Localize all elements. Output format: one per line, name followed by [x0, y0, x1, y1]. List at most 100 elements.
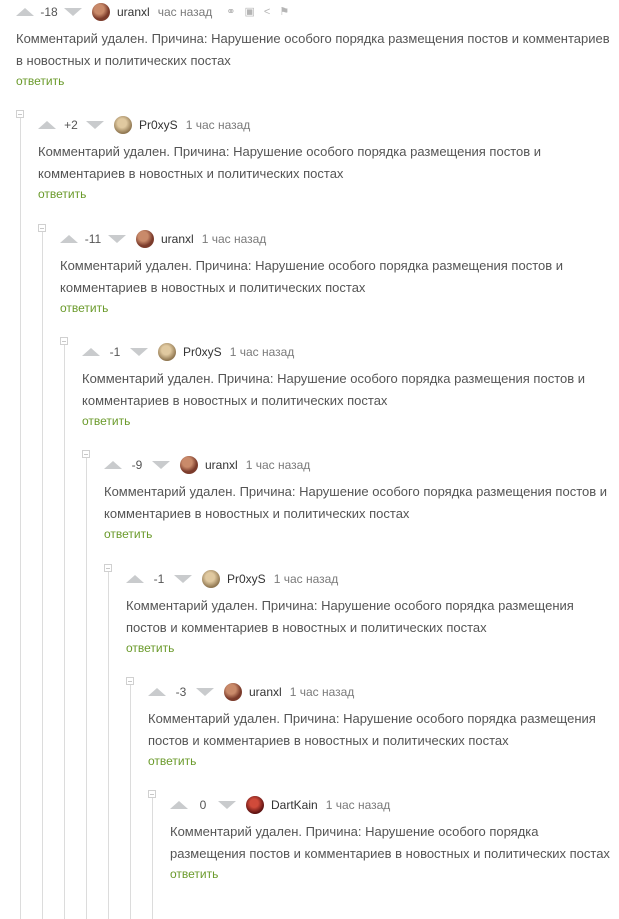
comment-rating: +2: [64, 118, 78, 132]
comment-time[interactable]: 1 час назад: [290, 685, 355, 699]
comment-rating: -11: [84, 232, 102, 246]
reply-link[interactable]: ответить: [38, 187, 86, 201]
comment-author[interactable]: uranxl: [161, 232, 194, 246]
comment: -1 Pr0xyS 1 час назад Комментарий удален…: [82, 340, 613, 430]
comment-body: Комментарий удален. Причина: Нарушение о…: [38, 144, 542, 181]
thread-line[interactable]: [64, 345, 65, 919]
reply-link[interactable]: ответить: [82, 414, 130, 428]
comment: +2 Pr0xyS 1 час назад Комментарий удален…: [38, 113, 613, 203]
comment-rating: -1: [153, 572, 165, 586]
comment: -9 uranxl 1 час назад Комментарий удален…: [104, 453, 613, 543]
avatar[interactable]: [92, 3, 110, 21]
comment-body: Комментарий удален. Причина: Нарушение о…: [148, 711, 596, 748]
downvote-icon[interactable]: [86, 121, 104, 129]
comment-header: 0 DartKain 1 час назад: [170, 793, 613, 817]
collapse-toggle-icon[interactable]: [126, 677, 134, 685]
avatar[interactable]: [180, 456, 198, 474]
share-icon[interactable]: <: [264, 6, 270, 18]
comment-header: -3 uranxl 1 час назад: [148, 680, 613, 704]
comment-time[interactable]: 1 час назад: [202, 232, 267, 246]
reply-link[interactable]: ответить: [148, 754, 196, 768]
collapse-toggle-icon[interactable]: [38, 224, 46, 232]
comment: 0 DartKain 1 час назад Комментарий удале…: [170, 793, 613, 883]
comment-body: Комментарий удален. Причина: Нарушение о…: [60, 258, 564, 295]
downvote-icon[interactable]: [108, 235, 126, 243]
comment-time[interactable]: час назад: [158, 5, 213, 19]
reply-link[interactable]: ответить: [60, 301, 108, 315]
flag-icon[interactable]: ⚑: [279, 6, 289, 18]
comment-author[interactable]: Pr0xyS: [139, 118, 178, 132]
avatar[interactable]: [158, 343, 176, 361]
comment-time[interactable]: 1 час назад: [230, 345, 295, 359]
thread-line[interactable]: [152, 798, 153, 919]
thread-line[interactable]: [20, 118, 21, 919]
comment-rating: -1: [109, 345, 121, 359]
comment-author[interactable]: Pr0xyS: [183, 345, 222, 359]
upvote-icon[interactable]: [104, 461, 122, 469]
thread-line[interactable]: [130, 685, 131, 919]
comment-rating: -3: [175, 685, 187, 699]
collapse-toggle-icon[interactable]: [104, 564, 112, 572]
downvote-icon[interactable]: [130, 348, 148, 356]
upvote-icon[interactable]: [148, 688, 166, 696]
thread-line[interactable]: [86, 458, 87, 919]
comment-time[interactable]: 1 час назад: [186, 118, 251, 132]
collapse-toggle-icon[interactable]: [16, 110, 24, 118]
upvote-icon[interactable]: [126, 575, 144, 583]
comment-author[interactable]: uranxl: [117, 5, 150, 19]
comment-body: Комментарий удален. Причина: Нарушение о…: [16, 31, 610, 68]
comment-time[interactable]: 1 час назад: [326, 798, 391, 812]
comment-body: Комментарий удален. Причина: Нарушение о…: [170, 824, 610, 861]
comment-author[interactable]: uranxl: [249, 685, 282, 699]
comment-body: Комментарий удален. Причина: Нарушение о…: [82, 371, 586, 408]
comment: -18 uranxl час назад ⚭ ▣ < ⚑ Комментарий…: [16, 0, 613, 90]
comment-time[interactable]: 1 час назад: [246, 458, 311, 472]
comment-header: -18 uranxl час назад ⚭ ▣ < ⚑: [16, 0, 613, 24]
comment-header: -11 uranxl 1 час назад: [60, 227, 613, 251]
reply-link[interactable]: ответить: [170, 867, 218, 881]
comment-author[interactable]: uranxl: [205, 458, 238, 472]
downvote-icon[interactable]: [174, 575, 192, 583]
downvote-icon[interactable]: [218, 801, 236, 809]
comment-rating: -18: [40, 5, 58, 19]
comment-body: Комментарий удален. Причина: Нарушение о…: [126, 598, 574, 635]
collapse-toggle-icon[interactable]: [82, 450, 90, 458]
comment: -1 Pr0xyS 1 час назад Комментарий удален…: [126, 567, 613, 657]
reply-link[interactable]: ответить: [16, 74, 64, 88]
comment-tools: ⚭ ▣ < ⚑: [226, 6, 289, 18]
comment: -11 uranxl 1 час назад Комментарий удале…: [60, 227, 613, 317]
downvote-icon[interactable]: [196, 688, 214, 696]
upvote-icon[interactable]: [16, 8, 34, 16]
avatar[interactable]: [202, 570, 220, 588]
upvote-icon[interactable]: [170, 801, 188, 809]
upvote-icon[interactable]: [38, 121, 56, 129]
avatar[interactable]: [114, 116, 132, 134]
comment-author[interactable]: DartKain: [271, 798, 318, 812]
avatar[interactable]: [136, 230, 154, 248]
save-icon[interactable]: ▣: [245, 6, 255, 18]
comment-thread: -18 uranxl час назад ⚭ ▣ < ⚑ Комментарий…: [0, 0, 619, 919]
comment-rating: -9: [131, 458, 143, 472]
downvote-icon[interactable]: [152, 461, 170, 469]
thread-line[interactable]: [108, 572, 109, 919]
comment-body: Комментарий удален. Причина: Нарушение о…: [104, 484, 608, 521]
comment-author[interactable]: Pr0xyS: [227, 572, 266, 586]
comment-rating: 0: [199, 798, 207, 812]
collapse-toggle-icon[interactable]: [60, 337, 68, 345]
upvote-icon[interactable]: [82, 348, 100, 356]
downvote-icon[interactable]: [64, 8, 82, 16]
comment: -3 uranxl 1 час назад Комментарий удален…: [148, 680, 613, 770]
collapse-toggle-icon[interactable]: [148, 790, 156, 798]
reply-link[interactable]: ответить: [104, 527, 152, 541]
comment-header: +2 Pr0xyS 1 час назад: [38, 113, 613, 137]
comment-header: -9 uranxl 1 час назад: [104, 453, 613, 477]
thread-line[interactable]: [42, 232, 43, 919]
avatar[interactable]: [246, 796, 264, 814]
comment-time[interactable]: 1 час назад: [274, 572, 339, 586]
comment-header: -1 Pr0xyS 1 час назад: [126, 567, 613, 591]
upvote-icon[interactable]: [60, 235, 78, 243]
comment-header: -1 Pr0xyS 1 час назад: [82, 340, 613, 364]
avatar[interactable]: [224, 683, 242, 701]
link-icon[interactable]: ⚭: [226, 6, 235, 18]
reply-link[interactable]: ответить: [126, 641, 174, 655]
